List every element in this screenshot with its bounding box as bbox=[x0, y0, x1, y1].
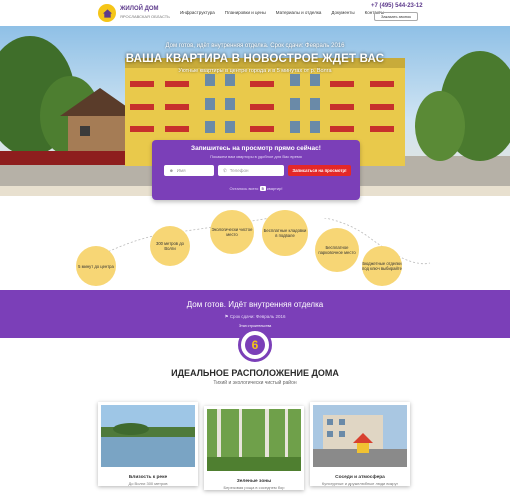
playground-photo bbox=[313, 405, 407, 467]
form-title: Запишитесь на просмотр прямо сейчас! bbox=[191, 145, 321, 152]
callback-button[interactable]: Заказать звонок bbox=[374, 12, 418, 21]
phone-placeholder: Телефон bbox=[229, 168, 249, 173]
feature-circle: 300 метров до Волги bbox=[150, 226, 190, 266]
feature-label: Бюджетные отделки под ключ выбирайте bbox=[362, 261, 402, 271]
feature-label: 300 метров до Волги bbox=[156, 241, 184, 251]
user-icon: ☻ bbox=[169, 168, 174, 173]
apartments-left-text: Осталось всего bbox=[229, 186, 259, 191]
feature-circle: Бесплатные кладовки в подвале bbox=[262, 210, 308, 256]
stage-badge-value: 6 bbox=[245, 335, 265, 355]
feature-label: Бесплатные кладовки в подвале bbox=[263, 228, 307, 238]
nav-item-materials[interactable]: Материалы и отделка bbox=[276, 10, 322, 15]
hero-desc-line: Уютные квартиры в центре города и в 5 ми… bbox=[178, 68, 332, 74]
feature-circle: 5 минут до центра bbox=[76, 246, 116, 286]
location-title: ИДЕАЛЬНОЕ РАСПОЛОЖЕНИЕ ДОМА bbox=[171, 368, 339, 378]
nav-item-infrastructure[interactable]: Инфраструктура bbox=[180, 10, 215, 15]
brand-subtitle: ЯРОСЛАВСКАЯ ОБЛАСТЬ bbox=[120, 14, 170, 19]
brand[interactable]: ЖИЛОЙ ДОМ ЯРОСЛАВСКАЯ ОБЛАСТЬ bbox=[120, 6, 170, 20]
location-card-title: Зеленые зоны bbox=[236, 479, 272, 484]
nav-item-documents[interactable]: Документы bbox=[331, 10, 354, 15]
location-card-river: Близость к реке До Волги 300 метров bbox=[98, 402, 198, 486]
header-phone[interactable]: +7 (495) 544-23-12 bbox=[371, 3, 423, 9]
apartments-left-count: 5 bbox=[259, 186, 266, 191]
location-subtitle: Тихий и экологически чистый район bbox=[213, 380, 297, 386]
location-card-title: Близость к реке bbox=[128, 475, 168, 480]
feature-circle: Бесплатное парковочное место bbox=[315, 228, 359, 272]
brand-title: ЖИЛОЙ ДОМ bbox=[120, 6, 159, 12]
location-card-desc: До Волги 300 метров bbox=[128, 481, 168, 486]
location-card-neighbors: Соседи и атмосфера Культурные и дружелюб… bbox=[310, 402, 410, 486]
feature-label: Экологически чистое место bbox=[211, 227, 253, 237]
location-card-title: Соседи и атмосфера bbox=[335, 475, 385, 480]
hero-title: ВАША КВАРТИРА В НОВОСТРОЕ ЖДЕТ ВАС bbox=[125, 53, 385, 65]
feature-circle: Экологически чистое место bbox=[210, 210, 254, 254]
band-title: Дом готов. Идёт внутренняя отделка bbox=[186, 300, 324, 309]
location-card-desc: Культурные и дружелюбные люди вокруг bbox=[321, 481, 399, 486]
forest-photo bbox=[207, 409, 301, 471]
phone-input[interactable]: ✆ Телефон bbox=[218, 165, 284, 176]
site-header: ЖИЛОЙ ДОМ ЯРОСЛАВСКАЯ ОБЛАСТЬ Инфраструк… bbox=[0, 0, 510, 26]
feature-circle: Бюджетные отделки под ключ выбирайте bbox=[362, 246, 402, 286]
name-input[interactable]: ☻ Имя bbox=[164, 165, 214, 176]
feature-label: Бесплатное парковочное место bbox=[318, 245, 356, 255]
apartments-left-suffix: квартир! bbox=[266, 186, 283, 191]
phone-icon: ✆ bbox=[223, 167, 227, 173]
submit-button[interactable]: Записаться на просмотр! bbox=[288, 165, 351, 176]
house-logo-icon[interactable] bbox=[98, 4, 116, 22]
band-subtitle: ⚑ Срок сдачи: Февраль 2016 bbox=[0, 314, 510, 320]
band-subtitle-text: Срок сдачи: Февраль 2016 bbox=[229, 314, 286, 319]
name-placeholder: Имя bbox=[176, 168, 186, 173]
river-photo bbox=[101, 405, 195, 467]
nav-item-plans-prices[interactable]: Планировки и цены bbox=[225, 10, 266, 15]
hero-description: Уютные квартиры в центре города и в 5 ми… bbox=[0, 68, 510, 75]
feature-label: 5 минут до центра bbox=[78, 263, 114, 269]
location-card-desc: Березовая роща в соседнем бор bbox=[223, 485, 285, 490]
signup-form: Запишитесь на просмотр прямо сейчас! Пок… bbox=[152, 140, 360, 200]
stage-badge: 6 bbox=[238, 328, 272, 362]
flag-icon: ⚑ bbox=[224, 314, 229, 319]
location-card-green: Зеленые зоны Березовая роща в соседнем б… bbox=[204, 406, 304, 490]
apartments-left: Осталось всего 5 квартир! bbox=[152, 186, 360, 191]
form-subtitle: Покажем вам квартиры в удобное для Вас в… bbox=[210, 154, 302, 159]
hero-subtitle: Дом готов, идёт внутренняя отделка. Срок… bbox=[165, 43, 345, 49]
main-nav: Инфраструктура Планировки и цены Материа… bbox=[180, 10, 384, 15]
